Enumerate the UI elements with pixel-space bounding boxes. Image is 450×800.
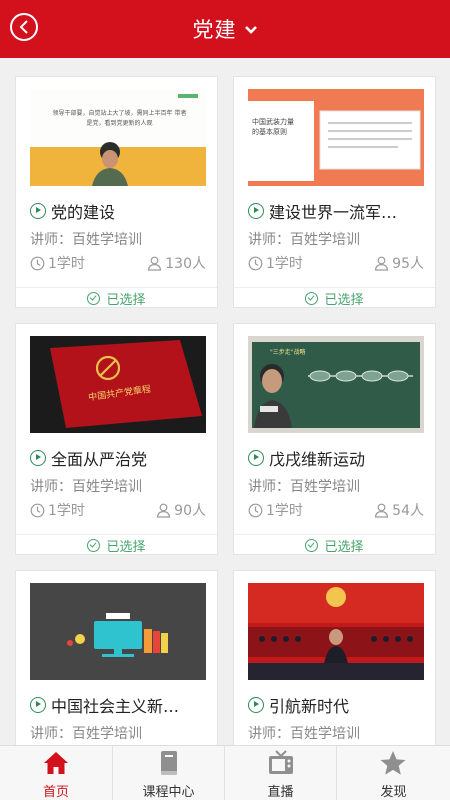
course-thumbnail: [30, 583, 206, 680]
course-hours: 1学时: [48, 256, 85, 272]
tab-home[interactable]: 首页: [0, 746, 112, 800]
person-icon: [375, 256, 389, 271]
play-icon: [248, 450, 264, 466]
check-circle-icon: [305, 291, 319, 305]
person-icon: [148, 256, 162, 271]
bottom-tab-bar: 首页 课程中心 直播 发现: [0, 745, 450, 800]
tv-icon: [269, 750, 293, 774]
course-thumbnail: [248, 583, 424, 680]
course-teacher: 讲师：百姓学培训: [248, 726, 360, 742]
check-circle-icon: [305, 538, 319, 552]
person-icon: [375, 503, 389, 518]
course-card[interactable]: 中国共产党章程 全面从严治党 讲师：百姓学培训 1学时 90人 已选择: [15, 323, 218, 555]
home-icon: [44, 752, 68, 774]
course-card[interactable]: 中国武装力量的基本原则 建设世界一流军… 讲师：百姓学培训 1学时 95人 已选…: [233, 76, 436, 308]
page-title: 党建: [192, 18, 237, 42]
tab-label: 首页: [42, 785, 69, 800]
course-people: 130人: [165, 256, 206, 272]
play-icon: [30, 203, 46, 219]
star-icon: [380, 751, 406, 775]
course-thumbnail: 领导干部要，自觉站上大了坡，需同上半百年 带者是党，看到党更新的人观: [30, 89, 206, 186]
course-thumbnail: "三步走"战略: [248, 336, 424, 433]
play-icon: [30, 697, 46, 713]
course-hours: 1学时: [48, 503, 85, 519]
course-hours: 1学时: [266, 256, 303, 272]
course-grid: 领导干部要，自觉站上大了坡，需同上半百年 带者是党，看到党更新的人观 党的建设 …: [0, 58, 450, 745]
thumbnail-caption: 领导干部要，自觉站上大了坡，需同上半百年 带者是党，看到党更新的人观: [52, 110, 187, 127]
tab-label: 直播: [267, 785, 294, 800]
thumbnail-caption: 中国武装力量的基本原则: [252, 118, 294, 136]
tab-course-center[interactable]: 课程中心: [112, 746, 224, 800]
course-stats: 1学时 54人: [248, 500, 424, 520]
clock-icon: [30, 256, 45, 270]
top-bar: 党建: [0, 0, 450, 58]
course-title[interactable]: 戊戌维新运动: [248, 446, 428, 470]
course-stats: 1学时 90人: [30, 500, 206, 520]
check-circle-icon: [87, 291, 101, 305]
course-teacher: 讲师：百姓学培训: [30, 232, 142, 248]
selected-status[interactable]: 已选择: [16, 534, 217, 555]
clock-icon: [248, 503, 263, 517]
course-teacher: 讲师：百姓学培训: [248, 232, 360, 248]
course-teacher: 讲师：百姓学培训: [30, 479, 142, 495]
course-stats: 1学时 130人: [30, 253, 206, 273]
selected-status[interactable]: 已选择: [234, 534, 435, 555]
selected-status[interactable]: 已选择: [234, 287, 435, 308]
tab-live[interactable]: 直播: [224, 746, 336, 800]
course-thumbnail: 中国共产党章程: [30, 336, 206, 433]
play-icon: [248, 203, 264, 219]
course-title[interactable]: 全面从严治党: [30, 446, 210, 470]
course-title[interactable]: 引航新时代: [248, 693, 428, 717]
check-circle-icon: [87, 538, 101, 552]
clock-icon: [30, 503, 45, 517]
course-teacher: 讲师：百姓学培训: [30, 726, 142, 742]
course-thumbnail: 中国武装力量的基本原则: [248, 89, 424, 186]
play-icon: [30, 450, 46, 466]
course-card[interactable]: 中国社会主义新… 讲师：百姓学培训: [15, 570, 218, 745]
course-card[interactable]: 引航新时代 讲师：百姓学培训: [233, 570, 436, 745]
tab-label: 课程中心: [142, 785, 195, 800]
title-dropdown[interactable]: 党建: [0, 0, 450, 58]
tab-label: 发现: [380, 785, 407, 800]
course-teacher: 讲师：百姓学培训: [248, 479, 360, 495]
course-card[interactable]: 领导干部要，自觉站上大了坡，需同上半百年 带者是党，看到党更新的人观 党的建设 …: [15, 76, 218, 308]
clock-icon: [248, 256, 263, 270]
course-title[interactable]: 党的建设: [30, 199, 210, 223]
course-people: 95人: [392, 256, 424, 272]
play-icon: [248, 697, 264, 713]
selected-status[interactable]: 已选择: [16, 287, 217, 308]
thumbnail-caption: "三步走"战略: [270, 349, 306, 356]
course-title[interactable]: 建设世界一流军…: [248, 199, 428, 223]
course-hours: 1学时: [266, 503, 303, 519]
course-stats: 1学时 95人: [248, 253, 424, 273]
chevron-down-icon: [244, 26, 257, 34]
book-icon: [161, 751, 177, 775]
person-icon: [157, 503, 171, 518]
course-people: 90人: [174, 503, 206, 519]
tab-discover[interactable]: 发现: [336, 746, 450, 800]
course-title[interactable]: 中国社会主义新…: [30, 693, 210, 717]
course-card[interactable]: "三步走"战略 戊戌维新运动 讲师：百姓学培训 1学时 54人 已选择: [233, 323, 436, 555]
course-people: 54人: [392, 503, 424, 519]
